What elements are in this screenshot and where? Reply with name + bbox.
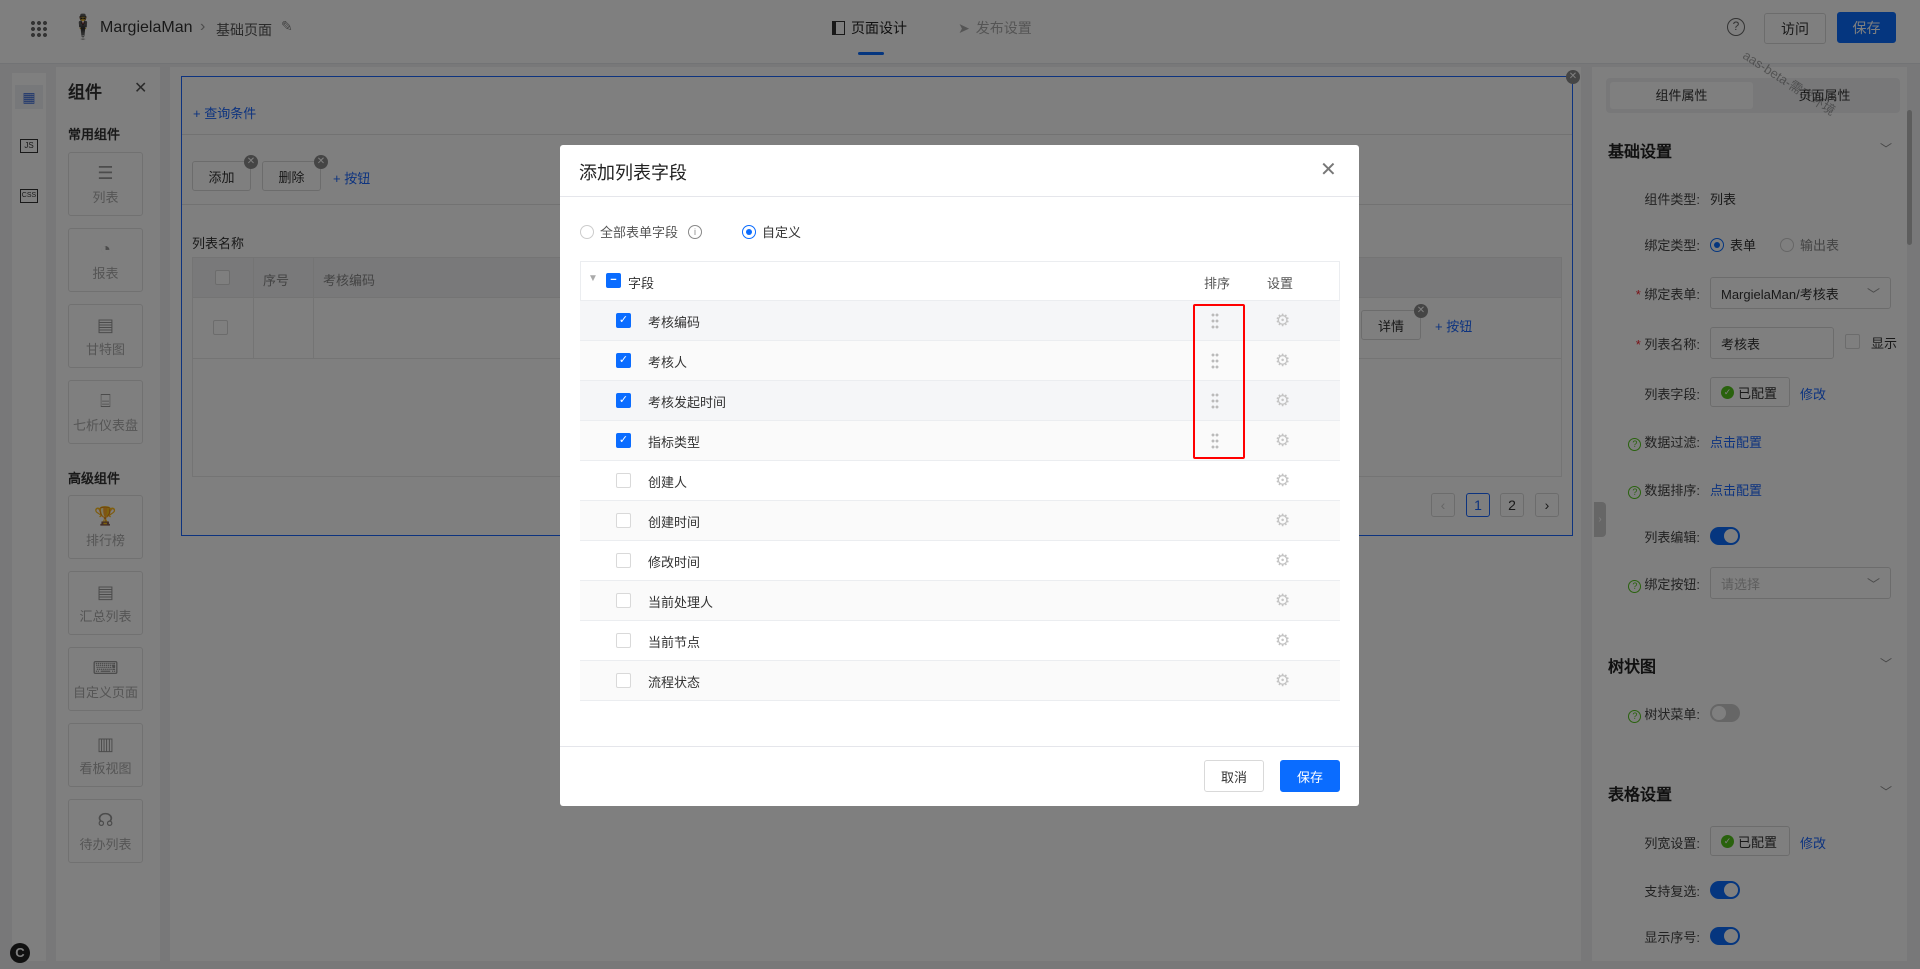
gear-icon[interactable]: ⚙ xyxy=(1275,472,1290,489)
divider xyxy=(560,196,1359,197)
save-button[interactable]: 保存 xyxy=(1280,760,1340,792)
gear-icon[interactable]: ⚙ xyxy=(1275,392,1290,409)
dialog-title: 添加列表字段 xyxy=(579,163,687,183)
sort-handles-highlight xyxy=(1193,304,1245,459)
field-name: 考核发起时间 xyxy=(648,395,727,410)
field-name: 流程状态 xyxy=(648,675,701,690)
field-row: 修改时间 ⚙ xyxy=(580,541,1340,581)
field-checkbox[interactable] xyxy=(616,513,631,528)
field-name: 修改时间 xyxy=(648,555,701,570)
field-name: 考核人 xyxy=(648,355,688,370)
field-checkbox[interactable] xyxy=(616,473,631,488)
field-row: 当前节点 ⚙ xyxy=(580,621,1340,661)
cancel-button[interactable]: 取消 xyxy=(1204,760,1264,792)
gear-icon[interactable]: ⚙ xyxy=(1275,552,1290,569)
caret-down-icon[interactable]: ▼ xyxy=(588,273,598,284)
col-field-header: 字段 xyxy=(628,276,655,291)
field-name: 创建人 xyxy=(648,475,688,490)
divider xyxy=(560,746,1359,747)
field-mode-radio-group: 全部表单字段 i 自定义 xyxy=(580,222,801,241)
field-name: 当前节点 xyxy=(648,635,701,650)
radio-all-fields[interactable] xyxy=(580,224,594,239)
col-sort-header: 排序 xyxy=(1204,276,1231,291)
gear-icon[interactable]: ⚙ xyxy=(1275,672,1290,689)
field-checkbox[interactable]: ✓ xyxy=(616,353,631,368)
radio-label: 自定义 xyxy=(762,225,802,240)
select-all-checkbox[interactable]: − xyxy=(606,273,621,288)
field-checkbox[interactable] xyxy=(616,673,631,688)
info-icon[interactable]: i xyxy=(688,224,703,239)
gear-icon[interactable]: ⚙ xyxy=(1275,632,1290,649)
radio-custom[interactable] xyxy=(742,224,757,239)
close-dialog-icon[interactable]: ✕ xyxy=(1320,157,1337,182)
fields-table-header: ▼ − 字段 排序 设置 xyxy=(580,261,1340,301)
field-row: 当前处理人 ⚙ xyxy=(580,581,1340,621)
gear-icon[interactable]: ⚙ xyxy=(1275,592,1290,609)
field-checkbox[interactable] xyxy=(616,593,631,608)
radio-label: 全部表单字段 xyxy=(600,225,679,240)
field-name: 创建时间 xyxy=(648,515,701,530)
field-checkbox[interactable]: ✓ xyxy=(616,393,631,408)
field-checkbox[interactable] xyxy=(616,633,631,648)
gear-icon[interactable]: ⚙ xyxy=(1275,352,1290,369)
field-name: 当前处理人 xyxy=(648,595,714,610)
field-name: 指标类型 xyxy=(648,435,701,450)
add-list-fields-dialog: 添加列表字段 ✕ 全部表单字段 i 自定义 ▼ − 字段 排序 设置 ✓ 考核编码… xyxy=(560,145,1359,806)
field-checkbox[interactable]: ✓ xyxy=(616,313,631,328)
col-settings-header: 设置 xyxy=(1267,276,1294,291)
gear-icon[interactable]: ⚙ xyxy=(1275,312,1290,329)
field-row: 创建人 ⚙ xyxy=(580,461,1340,501)
gear-icon[interactable]: ⚙ xyxy=(1275,512,1290,529)
field-checkbox[interactable] xyxy=(616,553,631,568)
gear-icon[interactable]: ⚙ xyxy=(1275,432,1290,449)
field-row: 创建时间 ⚙ xyxy=(580,501,1340,541)
field-name: 考核编码 xyxy=(648,315,701,330)
field-checkbox[interactable]: ✓ xyxy=(616,433,631,448)
field-row: 流程状态 ⚙ xyxy=(580,661,1340,701)
